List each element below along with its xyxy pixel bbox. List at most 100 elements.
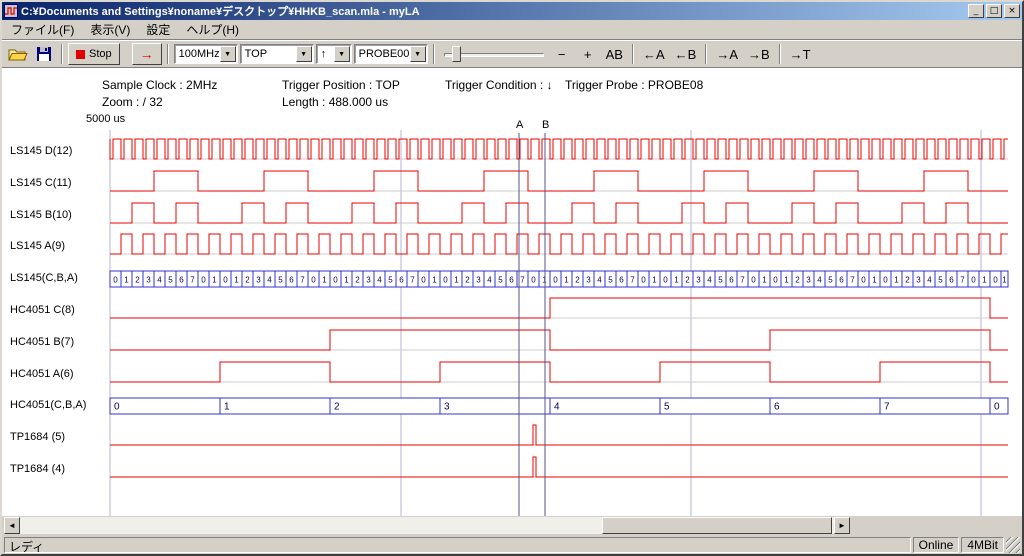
zoom-out-button[interactable]: −	[550, 43, 574, 65]
chevron-down-icon[interactable]: ▼	[220, 46, 236, 62]
svg-text:0: 0	[773, 276, 778, 285]
svg-text:1: 1	[322, 276, 327, 285]
channel-label: LS145 B(10)	[10, 209, 72, 221]
svg-text:0: 0	[201, 276, 206, 285]
menu-view[interactable]: 表示(V)	[82, 19, 138, 40]
menu-file[interactable]: ファイル(F)	[3, 19, 82, 40]
zoom-info: Zoom : / 32	[102, 95, 163, 109]
toolbar-separator	[167, 44, 169, 64]
app-window: C:¥Documents and Settings¥noname¥デスクトップ¥…	[0, 0, 1024, 556]
svg-text:7: 7	[960, 276, 965, 285]
svg-text:3: 3	[146, 276, 151, 285]
run-arrow-icon: →	[140, 47, 154, 61]
svg-text:4: 4	[267, 276, 272, 285]
zoom-in-button[interactable]: +	[576, 43, 600, 65]
floppy-icon	[36, 46, 52, 62]
chevron-down-icon[interactable]: ▼	[410, 46, 426, 62]
horizontal-scrollbar[interactable]: ◄ ►	[4, 517, 850, 534]
scroll-right-button[interactable]: ►	[834, 517, 850, 534]
waveform-canvas[interactable]: 0123456701012345670101234567010123456701…	[2, 68, 1022, 516]
trigger-position-select[interactable]: TOP ▼	[240, 44, 314, 64]
svg-text:5: 5	[718, 276, 723, 285]
toolbar-separator	[779, 44, 781, 64]
svg-text:3: 3	[696, 276, 701, 285]
svg-text:0: 0	[223, 276, 228, 285]
channel-label: LS145 D(12)	[10, 145, 72, 157]
stop-button[interactable]: Stop	[68, 43, 120, 65]
svg-text:4: 4	[487, 276, 492, 285]
menu-help[interactable]: ヘルプ(H)	[178, 19, 247, 40]
svg-text:1: 1	[542, 276, 547, 285]
svg-text:0: 0	[641, 276, 646, 285]
status-message: レディ	[4, 537, 911, 553]
svg-text:2: 2	[245, 276, 250, 285]
svg-text:A: A	[516, 119, 524, 131]
trigger-probe-select[interactable]: PROBE00 ▼	[354, 44, 428, 64]
prev-edge-to-a-button[interactable]: ←A	[639, 43, 669, 65]
svg-text:3: 3	[586, 276, 591, 285]
svg-text:1: 1	[1002, 276, 1007, 285]
zoom-slider-thumb[interactable]	[452, 46, 461, 62]
trigger-probe-value: PROBE00	[355, 45, 409, 63]
scrollbar-thumb[interactable]	[602, 517, 832, 534]
svg-text:2: 2	[465, 276, 470, 285]
open-file-button[interactable]	[6, 43, 30, 65]
svg-text:1: 1	[212, 276, 217, 285]
svg-text:0: 0	[553, 276, 558, 285]
cursor-ab-button[interactable]: AB	[602, 43, 627, 65]
toolbar-separator	[632, 44, 634, 64]
chevron-down-icon[interactable]: ▼	[296, 46, 312, 62]
toolbar-separator	[61, 44, 63, 64]
svg-text:3: 3	[916, 276, 921, 285]
statusbar: レディ Online 4MBit	[2, 536, 1022, 554]
svg-text:7: 7	[850, 276, 855, 285]
svg-text:6: 6	[509, 276, 514, 285]
menu-settings[interactable]: 設定	[138, 19, 178, 40]
goto-trigger-button[interactable]: →T	[786, 43, 815, 65]
scroll-left-button[interactable]: ◄	[4, 517, 20, 534]
window-title: C:¥Documents and Settings¥noname¥デスクトップ¥…	[21, 3, 966, 19]
sample-clock-value: 100MHz	[175, 45, 219, 63]
titlebar[interactable]: C:¥Documents and Settings¥noname¥デスクトップ¥…	[2, 2, 1022, 20]
channel-label: HC4051 A(6)	[10, 368, 74, 380]
svg-text:0: 0	[114, 402, 120, 413]
svg-text:1: 1	[454, 276, 459, 285]
svg-text:1: 1	[784, 276, 789, 285]
maximize-button[interactable]: □	[986, 4, 1002, 18]
chevron-down-icon[interactable]: ▼	[334, 46, 350, 62]
prev-edge-to-b-button[interactable]: ←B	[671, 43, 701, 65]
close-button[interactable]: ×	[1004, 4, 1020, 18]
waveform-panel: Sample Clock : 2MHz Trigger Position : T…	[2, 68, 1022, 516]
svg-text:2: 2	[685, 276, 690, 285]
svg-text:7: 7	[520, 276, 525, 285]
svg-text:5: 5	[664, 402, 670, 413]
svg-text:0: 0	[421, 276, 426, 285]
svg-text:5: 5	[938, 276, 943, 285]
svg-text:0: 0	[531, 276, 536, 285]
next-edge-to-a-button[interactable]: →A	[712, 43, 742, 65]
svg-text:0: 0	[883, 276, 888, 285]
svg-text:1: 1	[234, 276, 239, 285]
save-file-button[interactable]	[32, 43, 56, 65]
minimize-button[interactable]: _	[968, 4, 984, 18]
scrollbar-row: ◄ ►	[2, 516, 1022, 536]
svg-text:2: 2	[905, 276, 910, 285]
svg-text:0: 0	[994, 402, 1000, 413]
toolbar-separator	[705, 44, 707, 64]
svg-text:6: 6	[774, 402, 780, 413]
sample-clock-select[interactable]: 100MHz ▼	[174, 44, 238, 64]
svg-text:1: 1	[674, 276, 679, 285]
svg-text:2: 2	[334, 402, 340, 413]
trigger-edge-select[interactable]: ↑ ▼	[316, 44, 352, 64]
zoom-slider[interactable]	[444, 43, 544, 65]
next-edge-to-b-button[interactable]: →B	[744, 43, 774, 65]
run-button[interactable]: →	[132, 43, 162, 65]
svg-text:7: 7	[884, 402, 890, 413]
svg-text:7: 7	[190, 276, 195, 285]
svg-text:1: 1	[124, 276, 129, 285]
svg-text:1: 1	[652, 276, 657, 285]
svg-text:7: 7	[630, 276, 635, 285]
resize-grip[interactable]	[1006, 537, 1020, 553]
svg-text:3: 3	[476, 276, 481, 285]
svg-text:0: 0	[993, 276, 998, 285]
